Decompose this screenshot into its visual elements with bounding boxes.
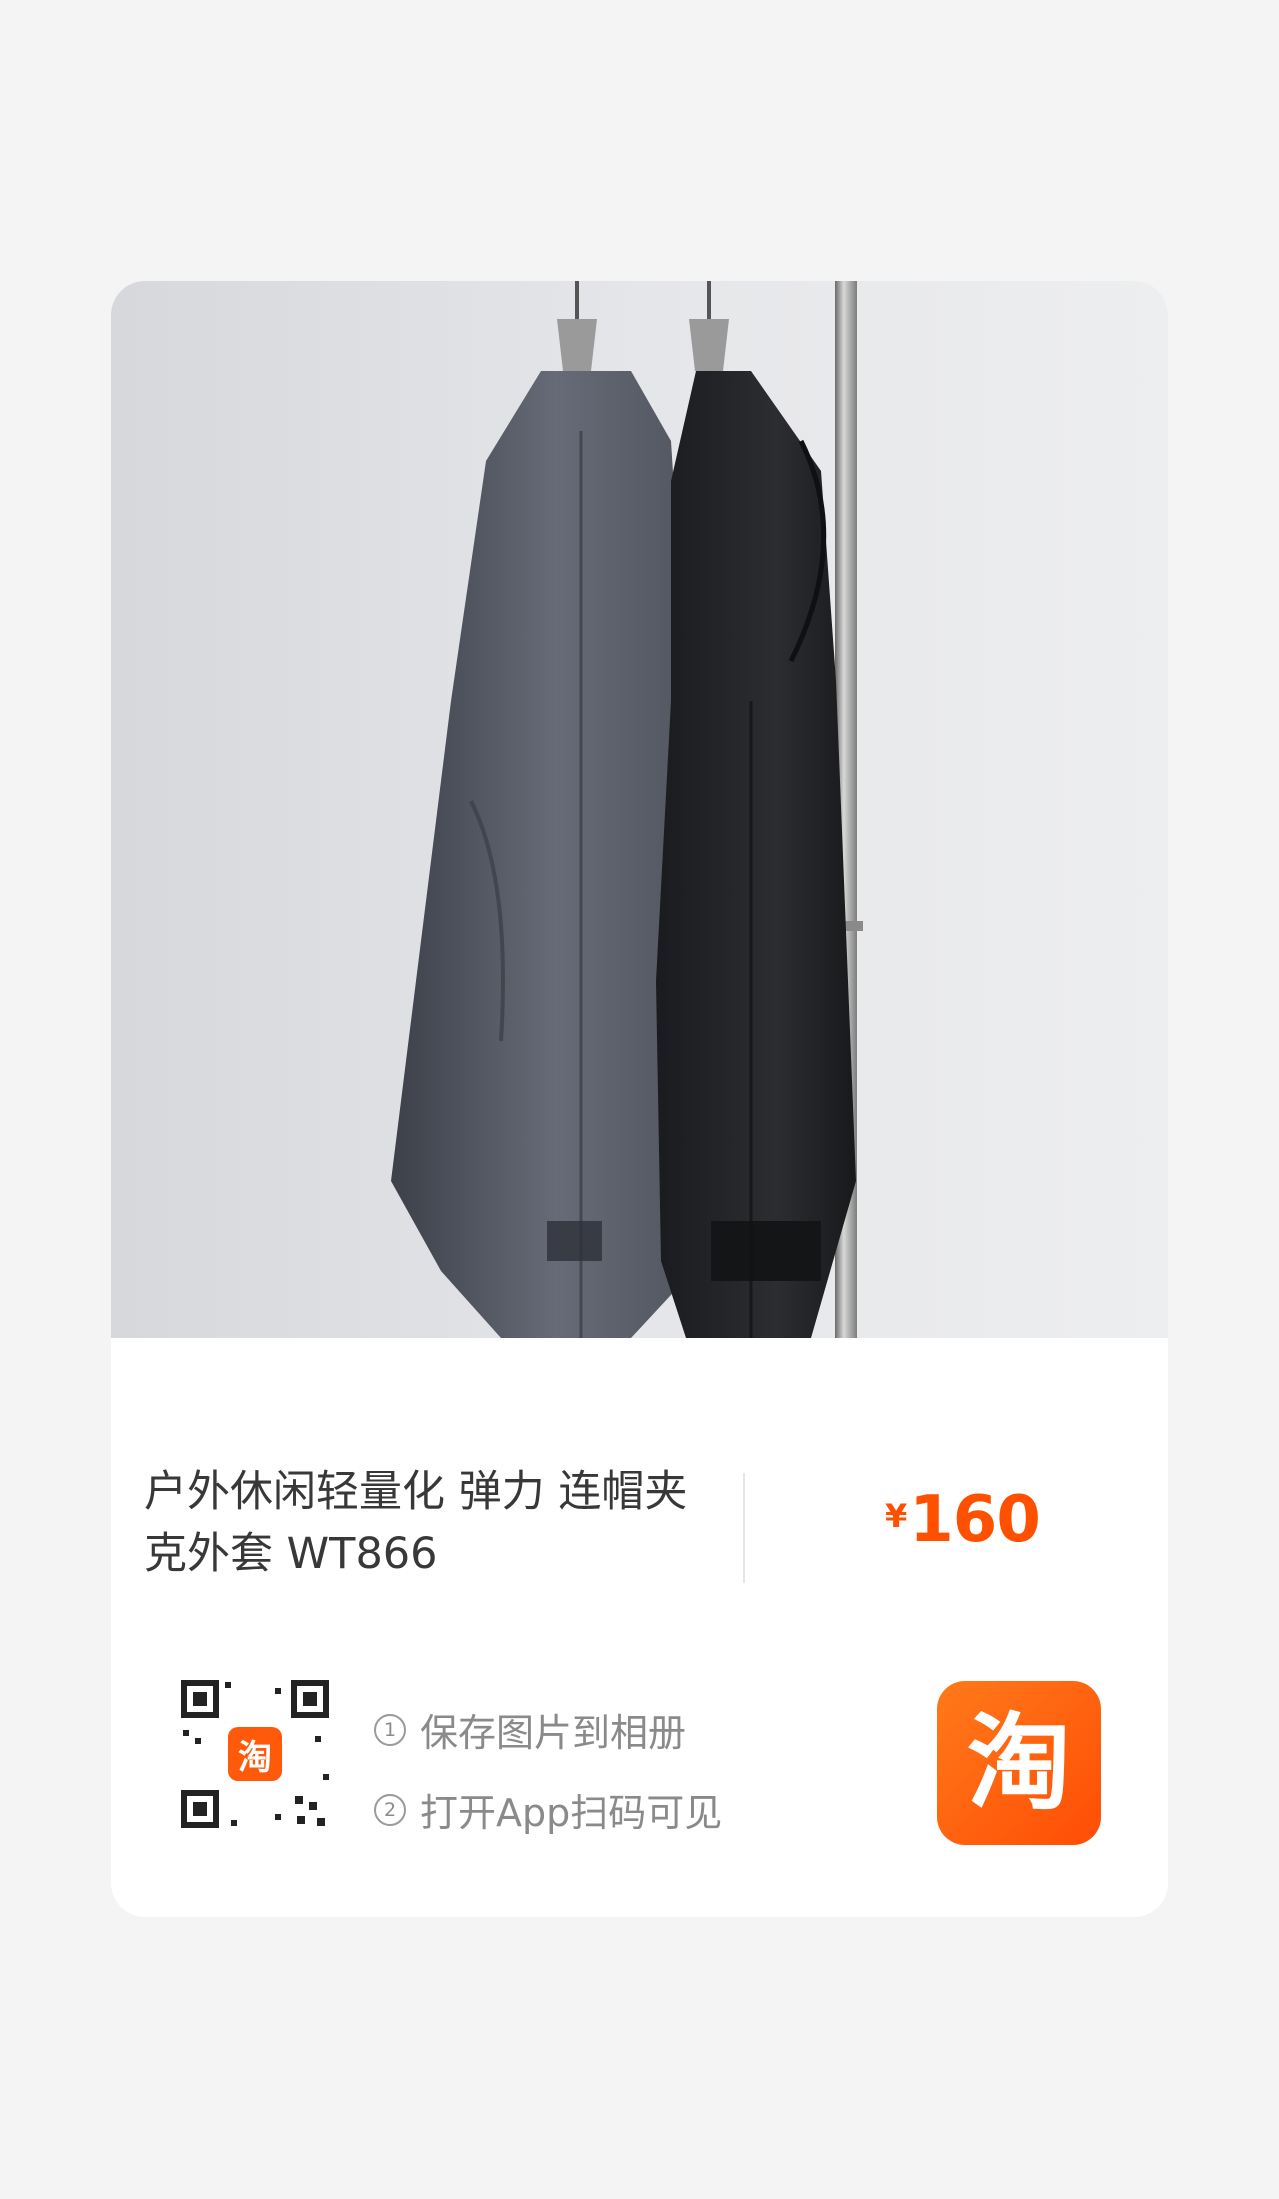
share-step-1: 1 保存图片到相册 [374, 1702, 686, 1757]
share-card: 户外休闲轻量化 弹力 连帽夹克外套 WT866 ¥160 淘 1 保存图片到相册… [111, 281, 1168, 1917]
share-step-2: 2 打开App扫码可见 [374, 1782, 722, 1837]
product-image [111, 281, 1168, 1338]
step-text: 保存图片到相册 [420, 1711, 687, 1755]
product-price: ¥160 [885, 1483, 1041, 1557]
price-amount: 160 [909, 1483, 1041, 1557]
product-title: 户外休闲轻量化 弹力 连帽夹克外套 WT866 [144, 1467, 688, 1579]
currency-symbol: ¥ [885, 1497, 908, 1535]
qr-logo: 淘 [228, 1727, 282, 1781]
product-info: 户外休闲轻量化 弹力 连帽夹克外套 WT866 ¥160 淘 1 保存图片到相册… [111, 1338, 1168, 1917]
step-number: 2 [374, 1793, 406, 1826]
step-number: 1 [374, 1713, 406, 1746]
taobao-logo-icon[interactable]: 淘 [937, 1681, 1101, 1845]
step-text: 打开App扫码可见 [420, 1791, 723, 1835]
divider [743, 1473, 745, 1583]
